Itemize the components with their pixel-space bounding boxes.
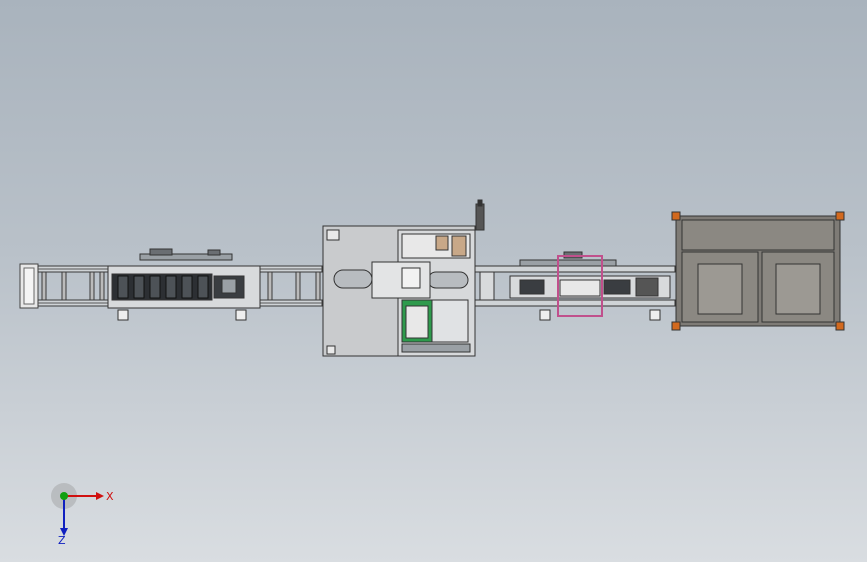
- right-rail-module[interactable]: [474, 251, 676, 321]
- axis-triad: X Z: [51, 483, 114, 547]
- center-machine[interactable]: [322, 199, 485, 357]
- z-axis-label: Z: [58, 534, 66, 547]
- x-axis-label: X: [106, 490, 114, 503]
- cad-viewport[interactable]: [0, 0, 867, 562]
- y-axis-dot: [60, 492, 68, 500]
- right-cabinet[interactable]: [671, 211, 845, 331]
- left-rail-module[interactable]: [107, 248, 261, 321]
